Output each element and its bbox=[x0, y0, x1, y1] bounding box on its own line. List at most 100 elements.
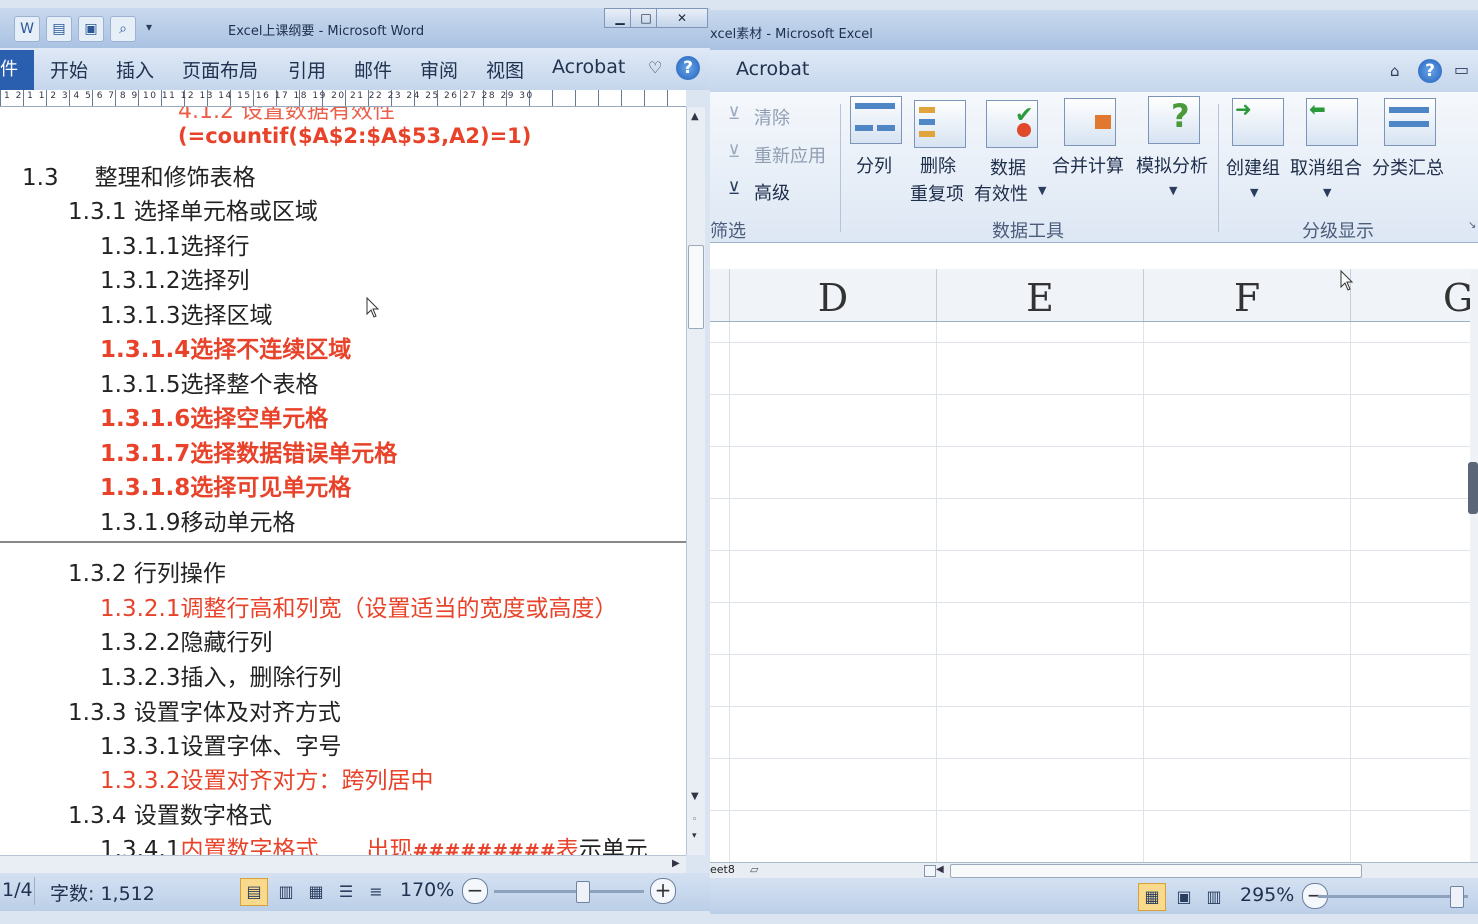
scroll-left-icon[interactable]: ◀ bbox=[936, 864, 944, 875]
next-page-icon[interactable]: ▾ bbox=[692, 831, 697, 841]
split-handle[interactable] bbox=[924, 865, 936, 877]
data-validation-button-line1[interactable]: 数据 bbox=[990, 154, 1026, 180]
print-layout-view-icon[interactable]: ▤ bbox=[240, 878, 268, 906]
document-page[interactable]: 4.1.2 设置数据有效性 (=countif($A$2:$A$53,A2)=1… bbox=[0, 107, 686, 855]
tab-page-layout[interactable]: 页面布局 bbox=[182, 56, 258, 83]
heading-text: 移动单元格 bbox=[180, 510, 296, 536]
worksheet-grid[interactable] bbox=[710, 322, 1470, 862]
word-zoom-in-button[interactable]: + bbox=[650, 878, 676, 904]
sheet-tab[interactable]: eet8 bbox=[710, 863, 735, 876]
heading-number: 1.3.1.5 bbox=[100, 372, 181, 398]
excel-zoom-slider-knob[interactable] bbox=[1450, 886, 1464, 908]
previous-page-icon[interactable]: ◦ bbox=[692, 815, 697, 825]
tab-review[interactable]: 审阅 bbox=[420, 56, 458, 83]
word-zoom-slider-knob[interactable] bbox=[576, 881, 590, 903]
heading-text: 整理和修饰表格 bbox=[94, 165, 256, 191]
consolidate-icon[interactable] bbox=[1064, 98, 1116, 146]
dropdown-arrow-icon[interactable]: ▼ bbox=[1323, 186, 1331, 199]
word-horizontal-scrollbar[interactable]: ▶ bbox=[0, 855, 686, 874]
mouse-cursor-icon bbox=[1340, 270, 1354, 291]
remove-duplicates-button-line1[interactable]: 删除 bbox=[920, 152, 956, 178]
remove-duplicates-icon[interactable] bbox=[914, 100, 966, 148]
consolidate-button[interactable]: 合并计算 bbox=[1052, 152, 1124, 178]
minimize-ribbon-icon[interactable]: ⌂ bbox=[1390, 62, 1400, 80]
what-if-analysis-button[interactable]: 模拟分析 bbox=[1136, 152, 1208, 178]
help-icon[interactable]: ? bbox=[676, 56, 700, 80]
column-header-e[interactable]: E bbox=[937, 269, 1144, 321]
scroll-up-icon[interactable]: ▲ bbox=[691, 111, 699, 122]
excel-zoom-level[interactable]: 295% bbox=[1240, 884, 1294, 906]
insert-sheet-icon[interactable]: ▱ bbox=[750, 863, 758, 876]
page-indicator[interactable]: 1/4 bbox=[2, 879, 33, 901]
heading-text: 调整行高和列宽（设置适当的宽度或高度） bbox=[180, 596, 618, 622]
reapply-filter-button[interactable]: 重新应用 bbox=[754, 142, 826, 168]
data-validation-icon[interactable]: ✔ bbox=[986, 100, 1038, 148]
excel-zoom-slider[interactable] bbox=[1318, 895, 1468, 898]
tab-file[interactable]: 件 bbox=[0, 50, 34, 90]
remove-duplicates-button-line2[interactable]: 重复项 bbox=[910, 180, 964, 206]
scroll-right-icon[interactable]: ▶ bbox=[672, 858, 680, 869]
outline-view-icon[interactable]: ☰ bbox=[332, 878, 360, 906]
column-header-f[interactable]: F bbox=[1144, 269, 1351, 321]
ungroup-button[interactable]: 取消组合 bbox=[1290, 154, 1362, 180]
excel-tab-acrobat[interactable]: Acrobat bbox=[736, 58, 809, 80]
word-ribbon-tabs: 件 开始 插入 页面布局 引用 邮件 审阅 视图 Acrobat ♡ ? bbox=[0, 48, 710, 90]
data-validation-button-line2[interactable]: 有效性 bbox=[974, 180, 1028, 206]
dropdown-arrow-icon[interactable]: ▼ bbox=[1169, 184, 1177, 197]
tab-acrobat[interactable]: Acrobat bbox=[552, 56, 625, 78]
word-zoom-slider[interactable] bbox=[494, 890, 644, 893]
dropdown-arrow-icon[interactable]: ▼ bbox=[1038, 184, 1046, 197]
page-break-preview-icon[interactable]: ▥ bbox=[1200, 883, 1228, 911]
word-zoom-out-button[interactable]: − bbox=[462, 878, 488, 904]
word-vertical-scrollbar[interactable]: ▲ ▼ ◦ ▾ bbox=[686, 107, 705, 855]
heading-text: 设置对齐对方：跨列居中 bbox=[180, 768, 434, 794]
word-count[interactable]: 字数: 1,512 bbox=[50, 879, 155, 906]
scroll-down-icon[interactable]: ▼ bbox=[691, 791, 699, 802]
page-layout-view-icon[interactable]: ▣ bbox=[1170, 883, 1198, 911]
tab-insert[interactable]: 插入 bbox=[116, 56, 154, 83]
excel-horizontal-scroll-thumb[interactable] bbox=[950, 864, 1362, 878]
column-header-d[interactable]: D bbox=[730, 269, 937, 321]
column-header-g[interactable]: G bbox=[1351, 269, 1478, 321]
text-to-columns-button[interactable]: 分列 bbox=[856, 152, 892, 178]
heading-number: 1.3.1.8 bbox=[100, 475, 191, 501]
text-to-columns-icon[interactable] bbox=[850, 96, 902, 144]
subtotal-button[interactable]: 分类汇总 bbox=[1372, 154, 1444, 180]
ruler-numbers: 1 2 1 1 2 3 4 5 6 7 8 9 10 11 12 13 14 1… bbox=[4, 91, 534, 101]
group-rows-icon[interactable]: ➜ bbox=[1232, 97, 1284, 146]
word-close-button[interactable]: ✕ bbox=[656, 8, 708, 28]
word-zoom-level[interactable]: 170% bbox=[400, 879, 454, 901]
full-screen-reading-icon[interactable]: ▥ bbox=[272, 878, 300, 906]
new-document-icon[interactable]: ▤ bbox=[46, 16, 72, 42]
group-button[interactable]: 创建组 bbox=[1226, 154, 1280, 180]
column-header-c-edge[interactable] bbox=[710, 269, 730, 321]
save-icon[interactable]: ▣ bbox=[78, 16, 104, 42]
customize-toolbar-icon[interactable]: ▾ bbox=[146, 20, 152, 34]
tab-home[interactable]: 开始 bbox=[50, 56, 88, 83]
tab-references[interactable]: 引用 bbox=[288, 56, 326, 83]
tab-mailings[interactable]: 邮件 bbox=[354, 56, 392, 83]
word-app-icon[interactable]: W bbox=[14, 16, 40, 42]
what-if-analysis-icon[interactable]: ? bbox=[1148, 96, 1200, 144]
web-layout-icon[interactable]: ▦ bbox=[302, 878, 330, 906]
horizontal-ruler[interactable]: 1 2 1 1 2 3 4 5 6 7 8 9 10 11 12 13 14 1… bbox=[0, 90, 686, 107]
dialog-launcher-icon[interactable]: ↘ bbox=[1468, 220, 1476, 231]
tab-view[interactable]: 视图 bbox=[486, 56, 524, 83]
ungroup-rows-icon[interactable]: ⬅ bbox=[1306, 97, 1358, 146]
subtotal-icon[interactable] bbox=[1384, 98, 1436, 146]
advanced-filter-button[interactable]: 高级 bbox=[754, 179, 790, 205]
word-scroll-thumb[interactable] bbox=[688, 245, 704, 329]
formula-bar[interactable] bbox=[710, 243, 1478, 270]
excel-vertical-scrollbar[interactable] bbox=[1470, 270, 1478, 862]
normal-view-icon[interactable]: ▦ bbox=[1138, 883, 1166, 911]
minimize-ribbon-icon[interactable]: ♡ bbox=[648, 58, 662, 77]
excel-scroll-thumb[interactable] bbox=[1468, 462, 1478, 514]
clear-filter-button[interactable]: 清除 bbox=[754, 104, 790, 130]
excel-window-minimize-icon[interactable]: ▭ bbox=[1454, 60, 1469, 79]
heading-number: 1.3.1.7 bbox=[100, 441, 191, 467]
data-tools-group-label: 数据工具 bbox=[992, 221, 1064, 242]
excel-help-icon[interactable]: ? bbox=[1418, 59, 1442, 83]
draft-view-icon[interactable]: ≡ bbox=[362, 878, 390, 906]
dropdown-arrow-icon[interactable]: ▼ bbox=[1250, 186, 1258, 199]
print-preview-icon[interactable]: ⌕ bbox=[110, 16, 136, 42]
